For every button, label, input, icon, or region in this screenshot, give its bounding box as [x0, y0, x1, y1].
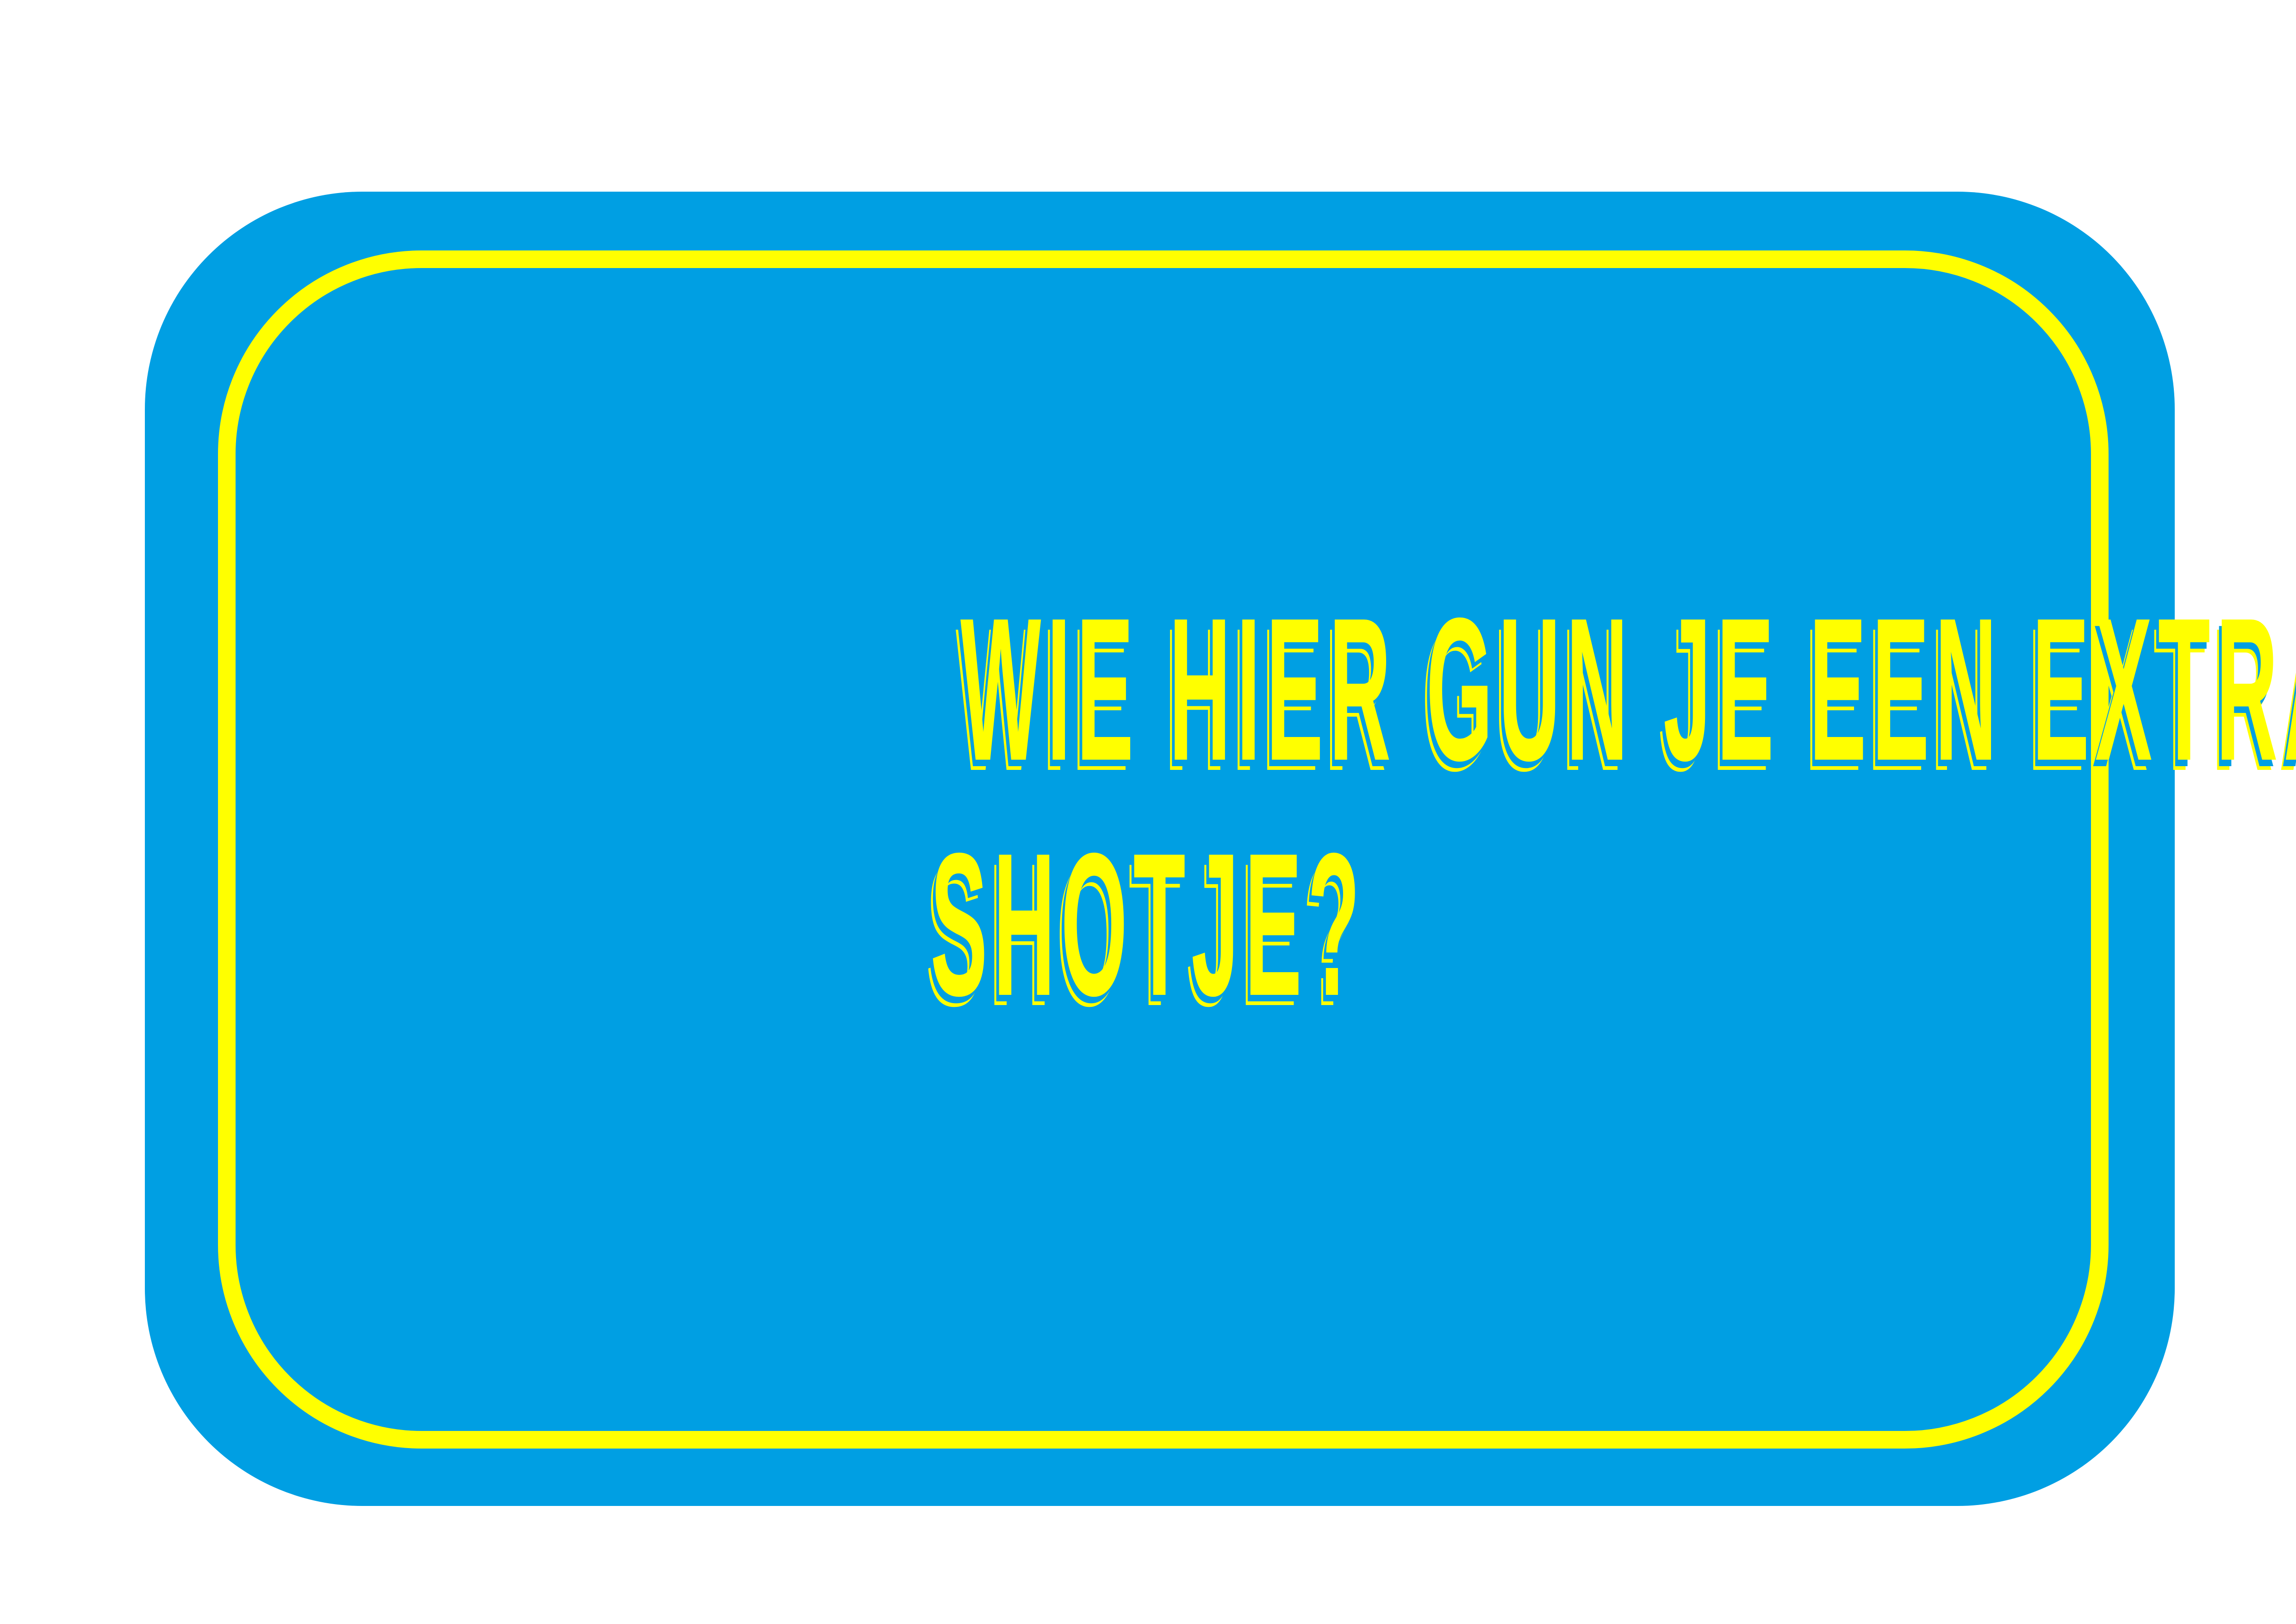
question-text-line-2: SHOTJE? — [930, 811, 1366, 1038]
question-line-1-container: WIE HIER GUN JE EEN EXTRA — [0, 588, 2296, 792]
question-line-2-container: SHOTJE? — [0, 823, 2296, 1027]
question-text-line-1: WIE HIER GUN JE EEN EXTRA — [960, 576, 2296, 803]
